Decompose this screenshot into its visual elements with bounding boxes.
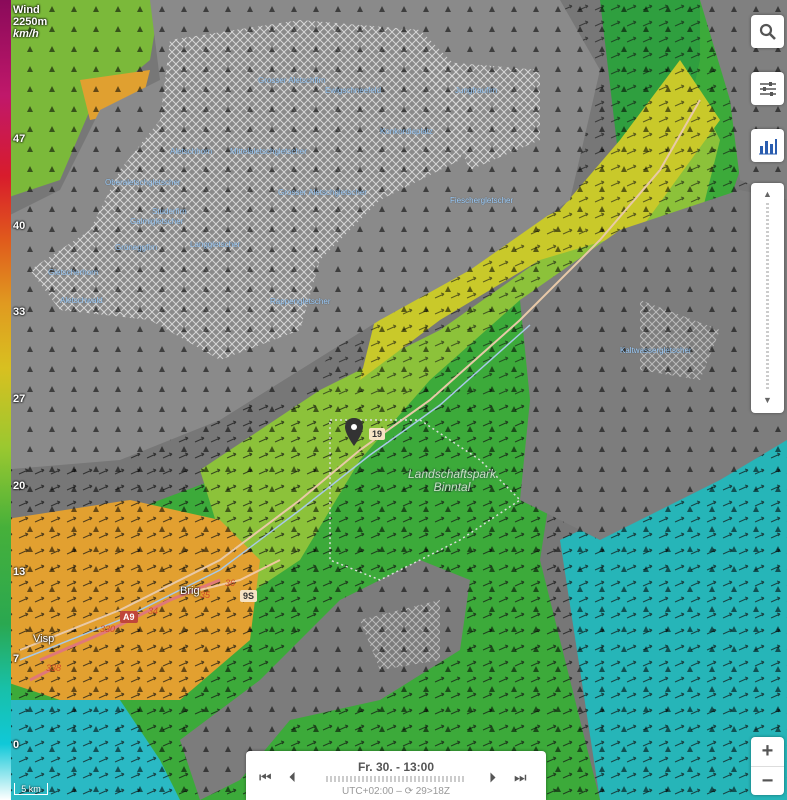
legend-title-wind: Wind bbox=[13, 4, 40, 16]
slider-down-icon[interactable]: ▼ bbox=[751, 395, 784, 405]
road-badge-a9: A9 bbox=[120, 611, 138, 623]
park-label: Landschaftspark Binntal bbox=[408, 468, 496, 494]
place-label: Jungfraufirn bbox=[455, 86, 498, 95]
time-controls: ⏮ ⏴ Fr. 30. - 13:00 UTC+02:00 – ⟳ 29>18Z… bbox=[246, 751, 546, 800]
road-badge-19: 19 bbox=[369, 428, 386, 440]
legend-title: Wind 2250m km/h bbox=[13, 4, 47, 40]
legend-tick: 40 bbox=[13, 220, 26, 232]
slider-up-icon[interactable]: ▲ bbox=[751, 189, 784, 199]
legend-tick: 0 bbox=[13, 739, 20, 751]
road-number: 338 bbox=[46, 663, 62, 673]
slider-track[interactable] bbox=[766, 203, 769, 391]
park-label-line-2: Binntal bbox=[433, 480, 471, 494]
settings-button[interactable] bbox=[751, 72, 784, 105]
zoom-in-button[interactable]: + bbox=[751, 737, 784, 766]
road-number: 36 bbox=[225, 578, 236, 588]
legend-tick: 27 bbox=[13, 393, 26, 405]
place-label: Fieschergletscher bbox=[450, 196, 514, 205]
road-number: 330 bbox=[100, 624, 116, 634]
legend-tick: 47 bbox=[13, 133, 26, 145]
road-number: 34 bbox=[148, 606, 159, 616]
place-label: Mittelaletschgletscher bbox=[230, 147, 307, 156]
place-label: Studerfirn bbox=[152, 207, 187, 216]
place-label: Grosser Aletschgletscher bbox=[278, 188, 367, 197]
altitude-slider[interactable]: ▲ ▼ bbox=[751, 183, 784, 413]
place-label: Aletschwald bbox=[60, 296, 103, 305]
time-zone-label: UTC+02:00 – ⟳ 29>18Z bbox=[342, 786, 450, 797]
place-label: Konkordiaplatz bbox=[380, 127, 433, 136]
location-pin-icon[interactable] bbox=[345, 418, 363, 454]
next-frame-button[interactable]: ⏵ bbox=[489, 769, 496, 786]
wind-map[interactable] bbox=[0, 0, 787, 800]
scale-bar: 5 km bbox=[14, 783, 48, 795]
chart-button[interactable] bbox=[751, 129, 784, 162]
search-button[interactable] bbox=[751, 15, 784, 48]
legend-tick: 7 bbox=[13, 653, 20, 665]
road-badge-9s: 9S bbox=[240, 590, 258, 602]
time-scrubber[interactable] bbox=[326, 776, 466, 782]
legend-unit: km/h bbox=[13, 28, 39, 40]
town-visp: Visp bbox=[33, 633, 55, 645]
legend-tick: 33 bbox=[13, 306, 26, 318]
place-label: Rappengletscher bbox=[270, 297, 331, 306]
place-label: Grosser Aletschfirn bbox=[258, 76, 326, 85]
town-brig: Brig bbox=[180, 585, 200, 597]
place-label: Kaltwassergletscher bbox=[620, 346, 692, 355]
road-number: 35 bbox=[200, 590, 211, 600]
search-icon bbox=[759, 23, 776, 40]
wind-color-legend bbox=[0, 0, 11, 800]
sliders-icon bbox=[759, 81, 776, 96]
legend-title-altitude: 2250m bbox=[13, 16, 48, 28]
place-label: Langgletscher bbox=[190, 240, 241, 249]
legend-tick: 20 bbox=[13, 480, 26, 492]
place-label: Oberaletschgletscher bbox=[105, 178, 181, 187]
time-label: Fr. 30. - 13:00 bbox=[357, 760, 435, 774]
zoom-out-button[interactable]: − bbox=[751, 766, 784, 796]
place-label: Ewigschneefeld bbox=[325, 86, 382, 95]
bar-chart-icon bbox=[758, 138, 777, 154]
park-label-line-1: Landschaftspark bbox=[408, 467, 497, 481]
zoom-controls: + − bbox=[751, 737, 784, 795]
place-label: Aletschhorn bbox=[170, 147, 213, 156]
last-frame-button[interactable]: ⏭ bbox=[514, 769, 527, 786]
place-label: Grüneggfirn bbox=[115, 243, 158, 252]
legend-tick: 13 bbox=[13, 566, 26, 578]
place-label: Galmigletscher bbox=[130, 217, 184, 226]
place-label: Gletscherhorn bbox=[48, 268, 99, 277]
